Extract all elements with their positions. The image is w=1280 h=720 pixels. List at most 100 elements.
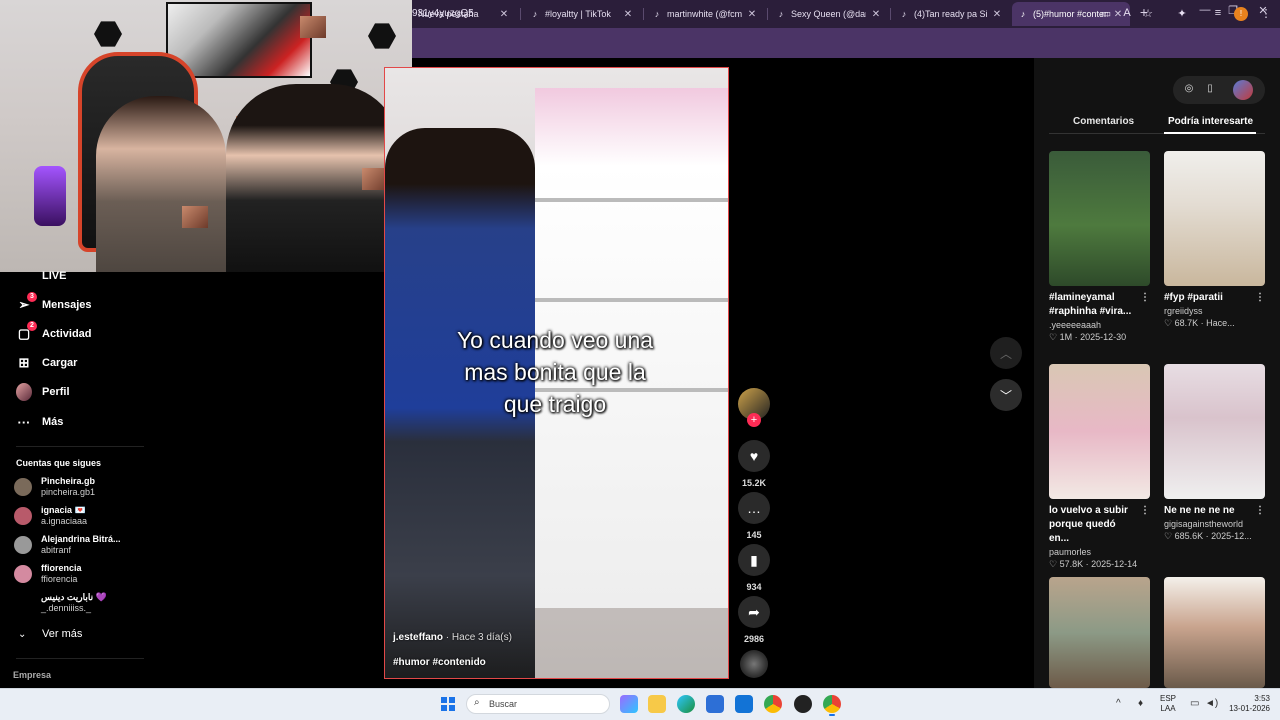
save-button[interactable]: ▮ 934 xyxy=(737,544,771,592)
volume-icon[interactable]: ◄) xyxy=(1205,698,1218,709)
suggested-video-card[interactable]: Ne ne ne ne ne ⋮ gigisagainstheworld ♡ 68… xyxy=(1164,364,1265,542)
share-count: 2986 xyxy=(743,634,765,644)
windows-start-icon[interactable] xyxy=(441,697,455,711)
profile-alert-icon[interactable]: ! xyxy=(1234,7,1248,21)
sidebar-item-live[interactable]: LIVE xyxy=(16,268,66,284)
kebab-menu-icon[interactable]: ⋮ xyxy=(1258,7,1274,20)
suggested-video-card[interactable] xyxy=(1164,577,1265,688)
tab-loyaltty[interactable]: ♪ #loyaltty | TikTok ✕ xyxy=(524,2,640,26)
author-name[interactable]: j.esteffano xyxy=(393,632,443,643)
video-thumbnail[interactable] xyxy=(1049,151,1150,286)
sidebar-item-activity[interactable]: ▢ 2 Actividad xyxy=(16,321,92,342)
close-icon[interactable]: ✕ xyxy=(991,9,1003,20)
card-user[interactable]: rgreiidyss xyxy=(1164,306,1265,316)
tiktok-icon: ♪ xyxy=(654,9,660,19)
file-explorer-icon[interactable] xyxy=(648,695,666,713)
previous-video-button[interactable]: ︿ xyxy=(990,337,1022,369)
music-disc-icon[interactable] xyxy=(740,650,768,678)
video-thumbnail[interactable] xyxy=(1049,364,1150,499)
following-account[interactable]: Pincheira.gb pincheira.gb1 xyxy=(14,476,95,498)
active-tab-indicator xyxy=(1164,132,1256,134)
more-options-icon[interactable]: ⋮ xyxy=(1140,291,1150,305)
webcam-overlay xyxy=(0,0,412,272)
outlook-icon[interactable] xyxy=(735,695,753,713)
video-player[interactable]: Yo cuando veo una mas bonita que la que … xyxy=(384,67,729,679)
live-icon xyxy=(16,268,32,284)
more-options-icon[interactable]: ⋮ xyxy=(1255,504,1265,518)
heart-icon: ♥ xyxy=(738,440,770,472)
next-video-button[interactable]: ﹀ xyxy=(990,379,1022,411)
video-thumbnail[interactable] xyxy=(1164,577,1265,688)
more-options-icon[interactable]: ⋮ xyxy=(1255,291,1265,305)
network-icon[interactable]: ▭ xyxy=(1190,698,1199,709)
taskbar-search-label: Buscar xyxy=(489,699,518,709)
comment-icon: … xyxy=(738,492,770,524)
mobile-icon[interactable]: ▯ xyxy=(1203,83,1217,94)
account-handle: a.ignaciaaa xyxy=(41,516,88,526)
tab-suggested[interactable]: Podría interesarte xyxy=(1168,116,1253,127)
account-name: ناباريت دينيس 💜 xyxy=(41,592,107,602)
like-button[interactable]: ♥ 15.2K xyxy=(737,440,771,488)
following-account[interactable]: ناباريت دينيس 💜 _.denniiiss._ xyxy=(14,592,107,614)
card-user[interactable]: gigisagainstheworld xyxy=(1164,519,1265,529)
taskbar-search-box[interactable] xyxy=(466,694,610,714)
edge-icon[interactable] xyxy=(677,695,695,713)
video-thumbnail[interactable] xyxy=(1164,364,1265,499)
suggested-video-card[interactable]: #fyp #paratii ⋮ rgreiidyss ♡ 68.7K · Hace… xyxy=(1164,151,1265,329)
suggested-video-card[interactable]: lo vuelvo a subir porque quedó en... ⋮ pa… xyxy=(1049,364,1150,570)
obs-icon[interactable] xyxy=(794,695,812,713)
tab-comments[interactable]: Comentarios xyxy=(1073,116,1134,127)
suggested-video-card[interactable] xyxy=(1049,577,1150,688)
store-icon[interactable] xyxy=(706,695,724,713)
chevron-up-icon[interactable]: ^ xyxy=(1116,698,1121,709)
user-avatar[interactable] xyxy=(1233,80,1253,100)
card-title-text: #fyp #paratii xyxy=(1164,292,1223,303)
card-user[interactable]: paumorles xyxy=(1049,547,1150,557)
tab-label: Sexy Queen (@daniel xyxy=(791,9,866,19)
tab-separator xyxy=(767,8,768,20)
sidebar-item-profile[interactable]: Perfil xyxy=(16,383,70,401)
tab-sexy-queen[interactable]: ♪ Sexy Queen (@daniel ✕ xyxy=(770,2,888,26)
see-more-button[interactable]: ⌄ Ver más xyxy=(18,628,82,640)
url-text[interactable]: 931y4yuzgQ5 xyxy=(412,8,474,19)
following-account[interactable]: ignacia 💌 a.ignaciaaa xyxy=(14,505,87,527)
language-indicator[interactable]: ESP LAA xyxy=(1160,694,1176,714)
taskbar-clock[interactable]: 3:53 13-01-2026 xyxy=(1226,694,1270,714)
video-hashtags[interactable]: #humor #contenido xyxy=(393,657,486,668)
microphone-icon[interactable]: ♦ xyxy=(1138,698,1143,709)
compass-icon[interactable]: ◎ xyxy=(1182,83,1196,94)
install-app-icon[interactable]: ▭ xyxy=(1098,7,1114,20)
running-indicator xyxy=(829,714,835,716)
sidebar-item-messages[interactable]: ➢ 3 Mensajes xyxy=(16,292,92,313)
chrome-profile-icon[interactable] xyxy=(823,695,841,713)
follow-plus-icon[interactable]: + xyxy=(747,413,761,427)
widgets-icon[interactable] xyxy=(620,695,638,713)
bookmark-star-icon[interactable]: ☆ xyxy=(1140,7,1156,20)
tiktok-icon: ♪ xyxy=(532,9,538,19)
video-thumbnail[interactable] xyxy=(1049,577,1150,688)
card-user[interactable]: .yeeeeeaaah xyxy=(1049,320,1150,330)
following-account[interactable]: Alejandrina Bitrá... abitranf xyxy=(14,534,121,556)
following-account[interactable]: ffiorencia ffiorencia xyxy=(14,563,82,585)
more-options-icon[interactable]: ⋮ xyxy=(1140,504,1150,518)
video-author[interactable]: j.esteffano · Hace 3 día(s) xyxy=(393,632,512,643)
close-icon[interactable]: ✕ xyxy=(498,9,510,20)
translate-icon[interactable]: A xyxy=(1119,7,1135,19)
close-icon[interactable]: ✕ xyxy=(746,9,758,20)
windows-taskbar xyxy=(0,688,1280,720)
footer-company-link[interactable]: Empresa xyxy=(13,670,51,680)
suggested-video-card[interactable]: #lamineyamal #raphinha #vira... ⋮ .yeeeee… xyxy=(1049,151,1150,343)
close-icon[interactable]: ✕ xyxy=(870,9,882,20)
video-thumbnail[interactable] xyxy=(1164,151,1265,286)
share-button[interactable]: ➦ 2986 xyxy=(737,596,771,644)
media-control-icon[interactable]: ≡ xyxy=(1210,7,1226,19)
chevron-down-icon: ﹀ xyxy=(999,388,1012,403)
sidebar-item-upload[interactable]: ⊞ Cargar xyxy=(16,355,78,371)
tab-tan-ready[interactable]: ♪ (4)Tan ready pa Sinto ✕ xyxy=(893,2,1009,26)
chrome-icon[interactable] xyxy=(764,695,782,713)
extensions-icon[interactable]: ✦ xyxy=(1174,7,1190,20)
close-icon[interactable]: ✕ xyxy=(622,9,634,20)
tab-martinwhite[interactable]: ♪ martinwhite (@fcmar ✕ xyxy=(646,2,764,26)
comment-button[interactable]: … 145 xyxy=(737,492,771,540)
sidebar-item-more[interactable]: ··· Más xyxy=(16,414,64,430)
